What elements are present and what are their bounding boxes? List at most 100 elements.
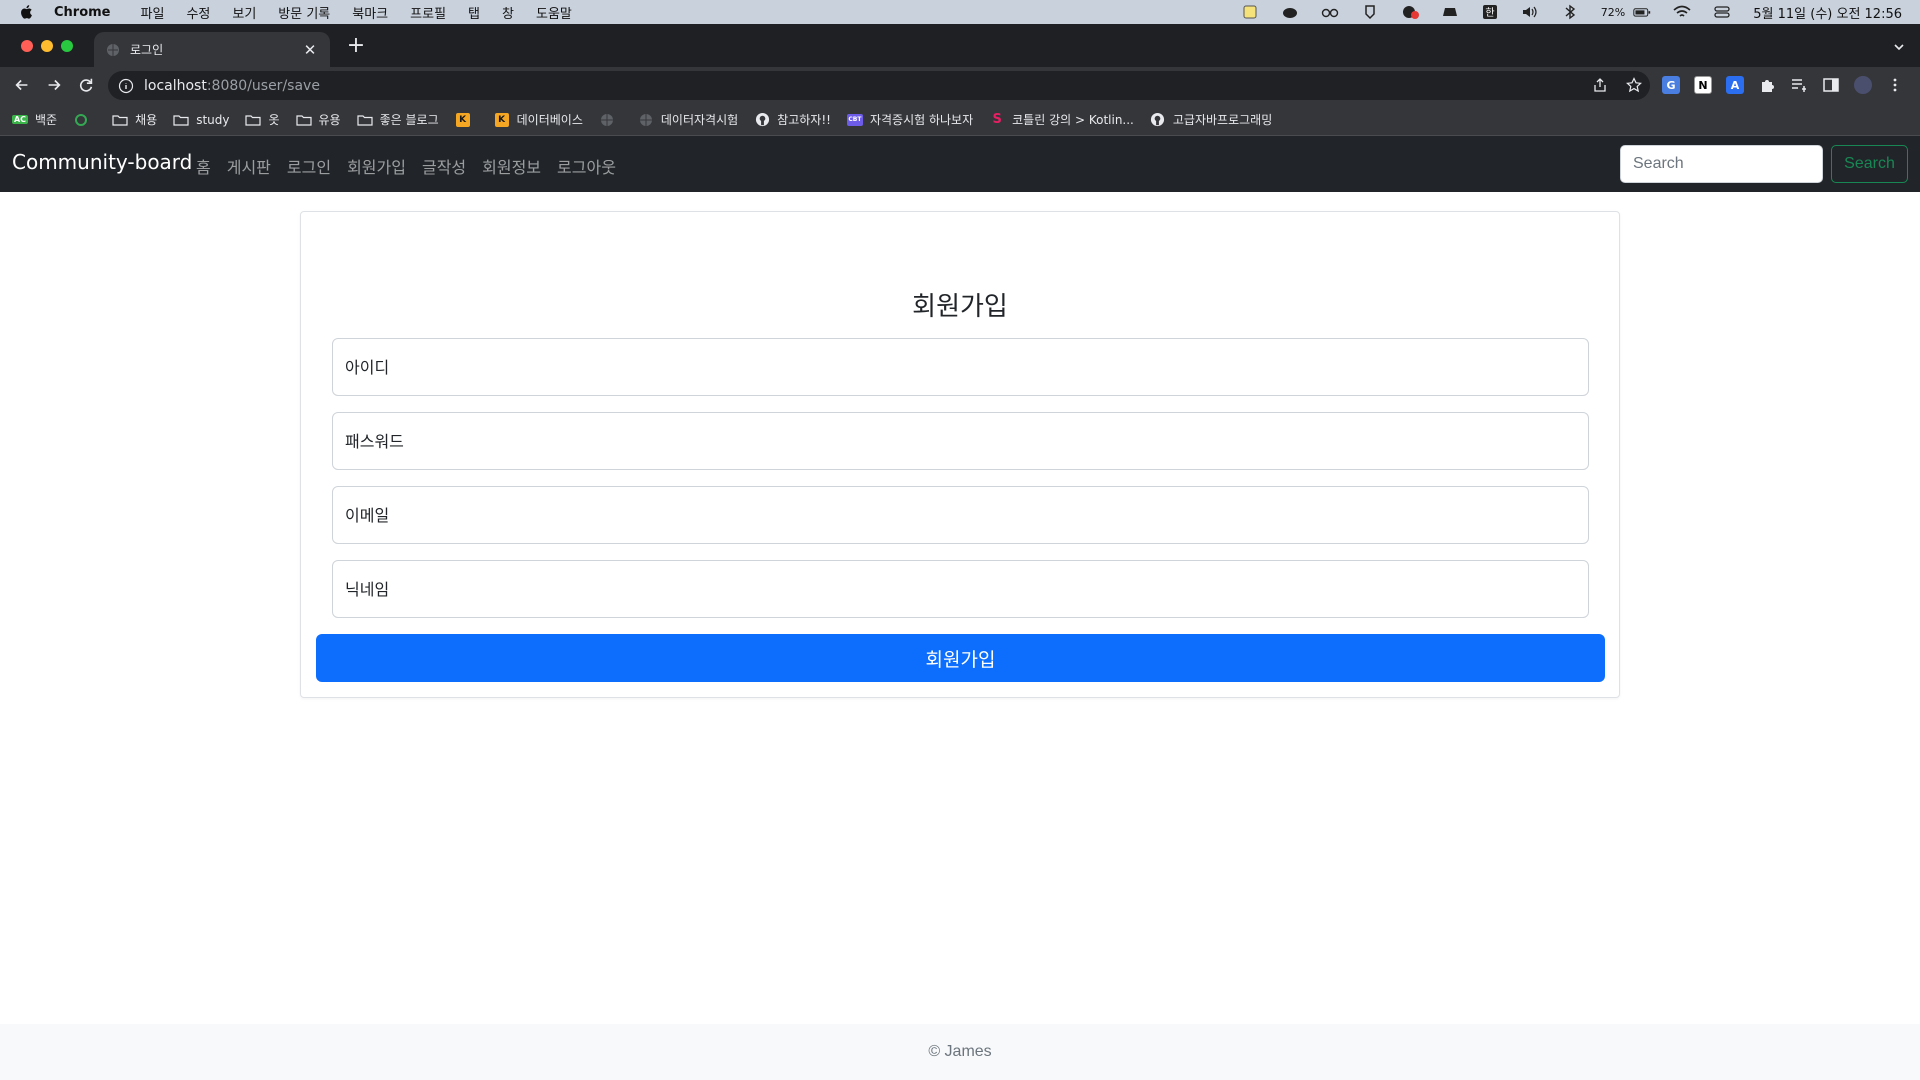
minimize-window-button[interactable] xyxy=(41,40,53,52)
wifi-icon[interactable] xyxy=(1673,4,1691,20)
footer-copyright: © James xyxy=(928,1043,992,1060)
kebab-menu-icon[interactable] xyxy=(1886,76,1904,94)
menu-bookmarks[interactable]: 북마크 xyxy=(352,3,388,22)
back-arrow-icon[interactable] xyxy=(12,75,32,95)
bookmark-item[interactable]: study xyxy=(173,113,229,127)
k-icon: K xyxy=(455,112,471,127)
fullscreen-window-button[interactable] xyxy=(61,40,73,52)
folder-icon xyxy=(112,113,128,127)
nav-link-board[interactable]: 게시판 xyxy=(227,154,271,178)
baekjoon-icon: AC xyxy=(11,115,29,124)
green-circle-icon xyxy=(73,113,89,127)
bookmark-label: 고급자바프로그래밍 xyxy=(1172,113,1273,127)
messenger-status-icon[interactable] xyxy=(1401,4,1419,20)
site-info-icon[interactable] xyxy=(118,78,134,94)
new-tab-button[interactable]: + xyxy=(346,35,366,57)
folder-icon xyxy=(295,113,312,127)
nav-link-home[interactable]: 홈 xyxy=(196,154,211,178)
bookmark-item[interactable]: 고급자바프로그래밍 xyxy=(1150,111,1272,128)
address-bar[interactable]: localhost:8080/user/save xyxy=(108,71,1650,100)
nav-link-logout[interactable]: 로그아웃 xyxy=(557,154,616,178)
control-center-icon[interactable] xyxy=(1713,4,1731,20)
menu-view[interactable]: 보기 xyxy=(232,3,256,22)
page-footer: © James xyxy=(0,1024,1920,1080)
side-panel-icon[interactable] xyxy=(1822,76,1840,94)
bookmark-item[interactable]: CBT 자격증시험 하나보자 xyxy=(846,111,973,128)
nav-link-write[interactable]: 글작성 xyxy=(422,154,466,178)
bookmark-item[interactable]: K 데이터베이스 xyxy=(494,111,583,128)
bookmark-star-icon[interactable] xyxy=(1626,77,1642,93)
input-source-icon[interactable]: 한 xyxy=(1481,4,1499,20)
menu-window[interactable]: 창 xyxy=(502,3,514,22)
reload-icon[interactable] xyxy=(76,75,96,95)
password-field[interactable] xyxy=(332,412,1589,470)
bookmark-label: 옷 xyxy=(268,113,280,127)
menu-app-name[interactable]: Chrome xyxy=(54,5,111,20)
extensions-area: G N A xyxy=(1662,76,1904,94)
tab-close-icon[interactable]: ✕ xyxy=(302,41,318,59)
notion-extension-icon[interactable]: N xyxy=(1694,76,1712,94)
nav-link-signup[interactable]: 회원가입 xyxy=(347,154,406,178)
folder-icon xyxy=(357,113,373,127)
bookmark-label: 백준 xyxy=(35,113,58,127)
github-icon xyxy=(754,112,770,127)
bookmark-label: 유용 xyxy=(318,113,341,127)
mac-menubar: Chrome 파일 수정 보기 방문 기록 북마크 프로필 탭 창 도움말 한 … xyxy=(0,0,1920,24)
bookmark-label: 채용 xyxy=(135,113,158,127)
menu-file[interactable]: 파일 xyxy=(141,3,165,22)
signup-submit-button[interactable]: 회원가입 xyxy=(316,634,1605,682)
menu-help[interactable]: 도움말 xyxy=(536,3,572,22)
bookmark-label: study xyxy=(196,112,230,127)
bookmark-item[interactable] xyxy=(599,113,622,127)
tab-search-chevron-icon[interactable] xyxy=(1892,39,1906,53)
nav-link-profile[interactable]: 회원정보 xyxy=(482,154,541,178)
apple-icon[interactable] xyxy=(18,3,36,21)
volume-icon[interactable] xyxy=(1521,4,1539,20)
bookmark-item[interactable]: 참고하자!! xyxy=(754,111,831,128)
bookmark-item[interactable]: 데이터자격시험 xyxy=(638,111,738,128)
share-icon[interactable] xyxy=(1592,77,1608,93)
search-button[interactable]: Search xyxy=(1831,145,1908,183)
tab-strip: 로그인 ✕ + xyxy=(0,24,1920,67)
bookmark-item[interactable]: AC 백준 xyxy=(11,111,58,128)
close-window-button[interactable] xyxy=(21,40,33,52)
a-extension-icon[interactable]: A xyxy=(1726,76,1744,94)
nickname-field[interactable] xyxy=(332,560,1589,618)
menu-history[interactable]: 방문 기록 xyxy=(278,3,330,22)
navbar-brand[interactable]: Community-board xyxy=(12,150,192,174)
battery-icon[interactable] xyxy=(1633,4,1651,20)
shield-status-icon[interactable] xyxy=(1361,4,1379,20)
nav-link-login[interactable]: 로그인 xyxy=(287,154,331,178)
puzzle-extensions-icon[interactable] xyxy=(1758,76,1776,94)
bookmark-item[interactable]: 채용 xyxy=(112,111,157,128)
bookmark-item[interactable]: 유용 xyxy=(295,111,341,128)
username-field[interactable] xyxy=(332,338,1589,396)
profile-avatar[interactable] xyxy=(1854,76,1872,94)
folder-icon xyxy=(245,113,262,127)
menubar-clock[interactable]: 5월 11일 (수) 오전 12:56 xyxy=(1753,3,1902,22)
email-field[interactable] xyxy=(332,486,1589,544)
bluetooth-icon[interactable] xyxy=(1561,4,1579,20)
bookmark-item[interactable]: 좋은 블로그 xyxy=(357,111,439,128)
bookmark-item[interactable] xyxy=(73,113,96,127)
forward-arrow-icon[interactable] xyxy=(44,75,64,95)
bookmark-item[interactable]: S 코틀린 강의 > Kotlin... xyxy=(989,111,1133,128)
bookmark-item[interactable]: K xyxy=(455,112,478,127)
hat-status-icon[interactable] xyxy=(1441,4,1459,20)
menu-tab[interactable]: 탭 xyxy=(468,3,480,22)
note-status-icon[interactable] xyxy=(1241,4,1259,20)
search-input[interactable] xyxy=(1620,145,1823,183)
folder-icon xyxy=(173,113,189,127)
bookmarks-bar: AC 백준 채용 study 옷 유용 좋은 블로그 K K 데이터베이스 데이터자격시험 참고하자!… xyxy=(0,104,1920,136)
glasses-status-icon[interactable] xyxy=(1321,4,1339,20)
translate-extension-icon[interactable]: G xyxy=(1662,76,1680,94)
tab-active[interactable]: 로그인 ✕ xyxy=(94,32,330,67)
menu-profiles[interactable]: 프로필 xyxy=(410,3,446,22)
cloud-status-icon[interactable] xyxy=(1281,4,1299,20)
url-path: :8080/user/save xyxy=(206,77,320,94)
k-icon: K xyxy=(494,112,510,127)
bookmark-item[interactable]: 옷 xyxy=(245,111,280,128)
menu-edit[interactable]: 수정 xyxy=(186,3,210,22)
s-icon: S xyxy=(992,112,1002,127)
reading-list-icon[interactable] xyxy=(1790,76,1808,94)
